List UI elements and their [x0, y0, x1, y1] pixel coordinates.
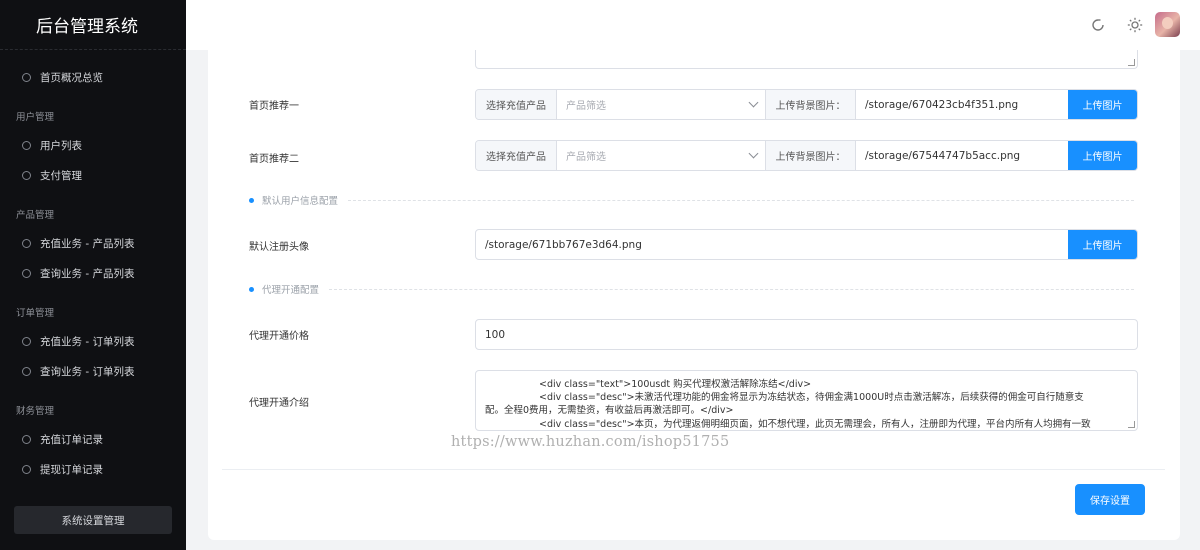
section-divider — [348, 199, 1134, 201]
resize-grip-icon[interactable] — [1128, 59, 1135, 66]
recommend2-upload-button[interactable]: 上传图片 — [1068, 141, 1137, 170]
textarea-line: 配。全程0费用，无需垫资，有收益后再激活即可。</div> — [485, 405, 734, 417]
section-title: 默认用户信息配置 — [262, 196, 339, 207]
recommend1-label: 首页推荐一 — [249, 101, 299, 112]
bullet-icon — [249, 286, 254, 292]
circle-icon — [22, 434, 31, 444]
watermark-text: https://www.huzhan.com/ishop51755 — [451, 434, 730, 450]
settings-card: 首页推荐一 选择充值产品 产品筛选 上传背景图片： /storage/67042… — [208, 50, 1180, 540]
sidebar-item-label: 充值订单记录 — [40, 433, 103, 446]
top-header — [186, 0, 1200, 50]
sidebar-item-home[interactable]: 首页概况总览 — [0, 62, 186, 92]
select-placeholder: 产品筛选 — [566, 152, 606, 163]
sidebar-item-label: 查询业务 - 订单列表 — [40, 365, 135, 378]
recommend1-prefix: 选择充值产品 — [476, 90, 557, 119]
circle-icon — [22, 238, 31, 248]
sidebar-item-withdraw-records[interactable]: 提现订单记录 — [0, 454, 186, 484]
avatar-input[interactable]: /storage/671bb767e3d64.png — [476, 230, 1068, 259]
sun-icon[interactable] — [1127, 17, 1143, 33]
circle-icon — [22, 170, 31, 180]
sidebar-group-orders: 订单管理 — [16, 308, 55, 319]
user-avatar[interactable] — [1155, 12, 1180, 37]
section-user-config: 默认用户信息配置 — [249, 193, 1134, 207]
circle-icon — [22, 366, 31, 376]
section-title: 代理开通配置 — [262, 285, 320, 296]
sidebar-item-recharge-products[interactable]: 充值业务 - 产品列表 — [0, 228, 186, 258]
circle-icon — [22, 464, 31, 474]
sidebar-item-recharge-orders[interactable]: 充值业务 - 订单列表 — [0, 326, 186, 356]
resize-grip-icon[interactable] — [1128, 421, 1135, 428]
agent-intro-label: 代理开通介绍 — [249, 398, 309, 409]
sidebar-item-label: 用户列表 — [40, 139, 82, 152]
sidebar-menu: 首页概况总览 用户管理 用户列表 支付管理 产品管理 充值业务 - 产品列表 查… — [0, 50, 186, 484]
previous-textarea[interactable] — [475, 50, 1138, 69]
chevron-down-icon — [748, 148, 759, 159]
recommend1-bg-label: 上传背景图片： — [766, 90, 856, 119]
recommend2-label: 首页推荐二 — [249, 154, 299, 165]
refresh-icon[interactable] — [1090, 17, 1106, 33]
app-title: 后台管理系统 — [0, 0, 186, 50]
circle-icon — [22, 268, 31, 278]
sidebar-item-recharge-records[interactable]: 充值订单记录 — [0, 424, 186, 454]
sidebar-item-label: 提现订单记录 — [40, 463, 103, 476]
sidebar-group-products: 产品管理 — [16, 210, 55, 221]
sidebar-item-query-orders[interactable]: 查询业务 - 订单列表 — [0, 356, 186, 386]
agent-intro-textarea[interactable]: <div class="text">100usdt 购买代理权激活解除冻结</d… — [475, 370, 1138, 431]
recommend2-bg-label: 上传背景图片： — [766, 141, 856, 170]
circle-icon — [22, 72, 31, 82]
recommend1-upload-button[interactable]: 上传图片 — [1068, 90, 1137, 119]
textarea-line: <div class="desc">本页，为代理返佣明细页面，如不想代理，此页无… — [539, 418, 1091, 430]
bullet-icon — [249, 197, 254, 203]
circle-icon — [22, 336, 31, 346]
recommend1-bg-input[interactable]: /storage/670423cb4f351.png — [856, 90, 1068, 119]
save-settings-button[interactable]: 保存设置 — [1075, 484, 1145, 515]
circle-icon — [22, 140, 31, 150]
agent-price-label: 代理开通价格 — [249, 331, 309, 342]
sidebar-group-finance: 财务管理 — [16, 406, 55, 417]
recommend2-group: 选择充值产品 产品筛选 上传背景图片： /storage/67544747b5a… — [475, 140, 1138, 171]
recommend1-select[interactable]: 产品筛选 — [557, 90, 766, 119]
sidebar-item-label: 首页概况总览 — [40, 71, 103, 84]
sidebar-item-user-list[interactable]: 用户列表 — [0, 130, 186, 160]
avatar-label: 默认注册头像 — [249, 242, 309, 253]
section-agent-config: 代理开通配置 — [249, 282, 1134, 296]
avatar-upload-button[interactable]: 上传图片 — [1068, 230, 1137, 259]
sidebar-item-label: 支付管理 — [40, 169, 82, 182]
sidebar-item-label: 充值业务 - 订单列表 — [40, 335, 135, 348]
recommend2-bg-input[interactable]: /storage/67544747b5acc.png — [856, 141, 1068, 170]
system-settings-button[interactable]: 系统设置管理 — [14, 506, 172, 534]
sidebar: 后台管理系统 首页概况总览 用户管理 用户列表 支付管理 产品管理 充值业务 -… — [0, 0, 186, 550]
section-divider — [329, 288, 1134, 290]
select-placeholder: 产品筛选 — [566, 101, 606, 112]
sidebar-item-payment[interactable]: 支付管理 — [0, 160, 186, 190]
recommend1-group: 选择充值产品 产品筛选 上传背景图片： /storage/670423cb4f3… — [475, 89, 1138, 120]
footer-divider — [222, 469, 1165, 470]
sidebar-item-query-products[interactable]: 查询业务 - 产品列表 — [0, 258, 186, 288]
sidebar-group-users: 用户管理 — [16, 112, 55, 123]
recommend2-select[interactable]: 产品筛选 — [557, 141, 766, 170]
sidebar-item-label: 查询业务 - 产品列表 — [40, 267, 135, 280]
avatar-group: /storage/671bb767e3d64.png 上传图片 — [475, 229, 1138, 260]
chevron-down-icon — [748, 97, 759, 108]
textarea-line: <div class="text">100usdt 购买代理权激活解除冻结</d… — [539, 379, 812, 390]
sidebar-item-label: 充值业务 - 产品列表 — [40, 237, 135, 250]
textarea-line: <div class="desc">未激活代理功能的佣金将显示为冻结状态，待佣金… — [539, 392, 1084, 404]
agent-price-input[interactable]: 100 — [475, 319, 1138, 350]
recommend2-prefix: 选择充值产品 — [476, 141, 557, 170]
